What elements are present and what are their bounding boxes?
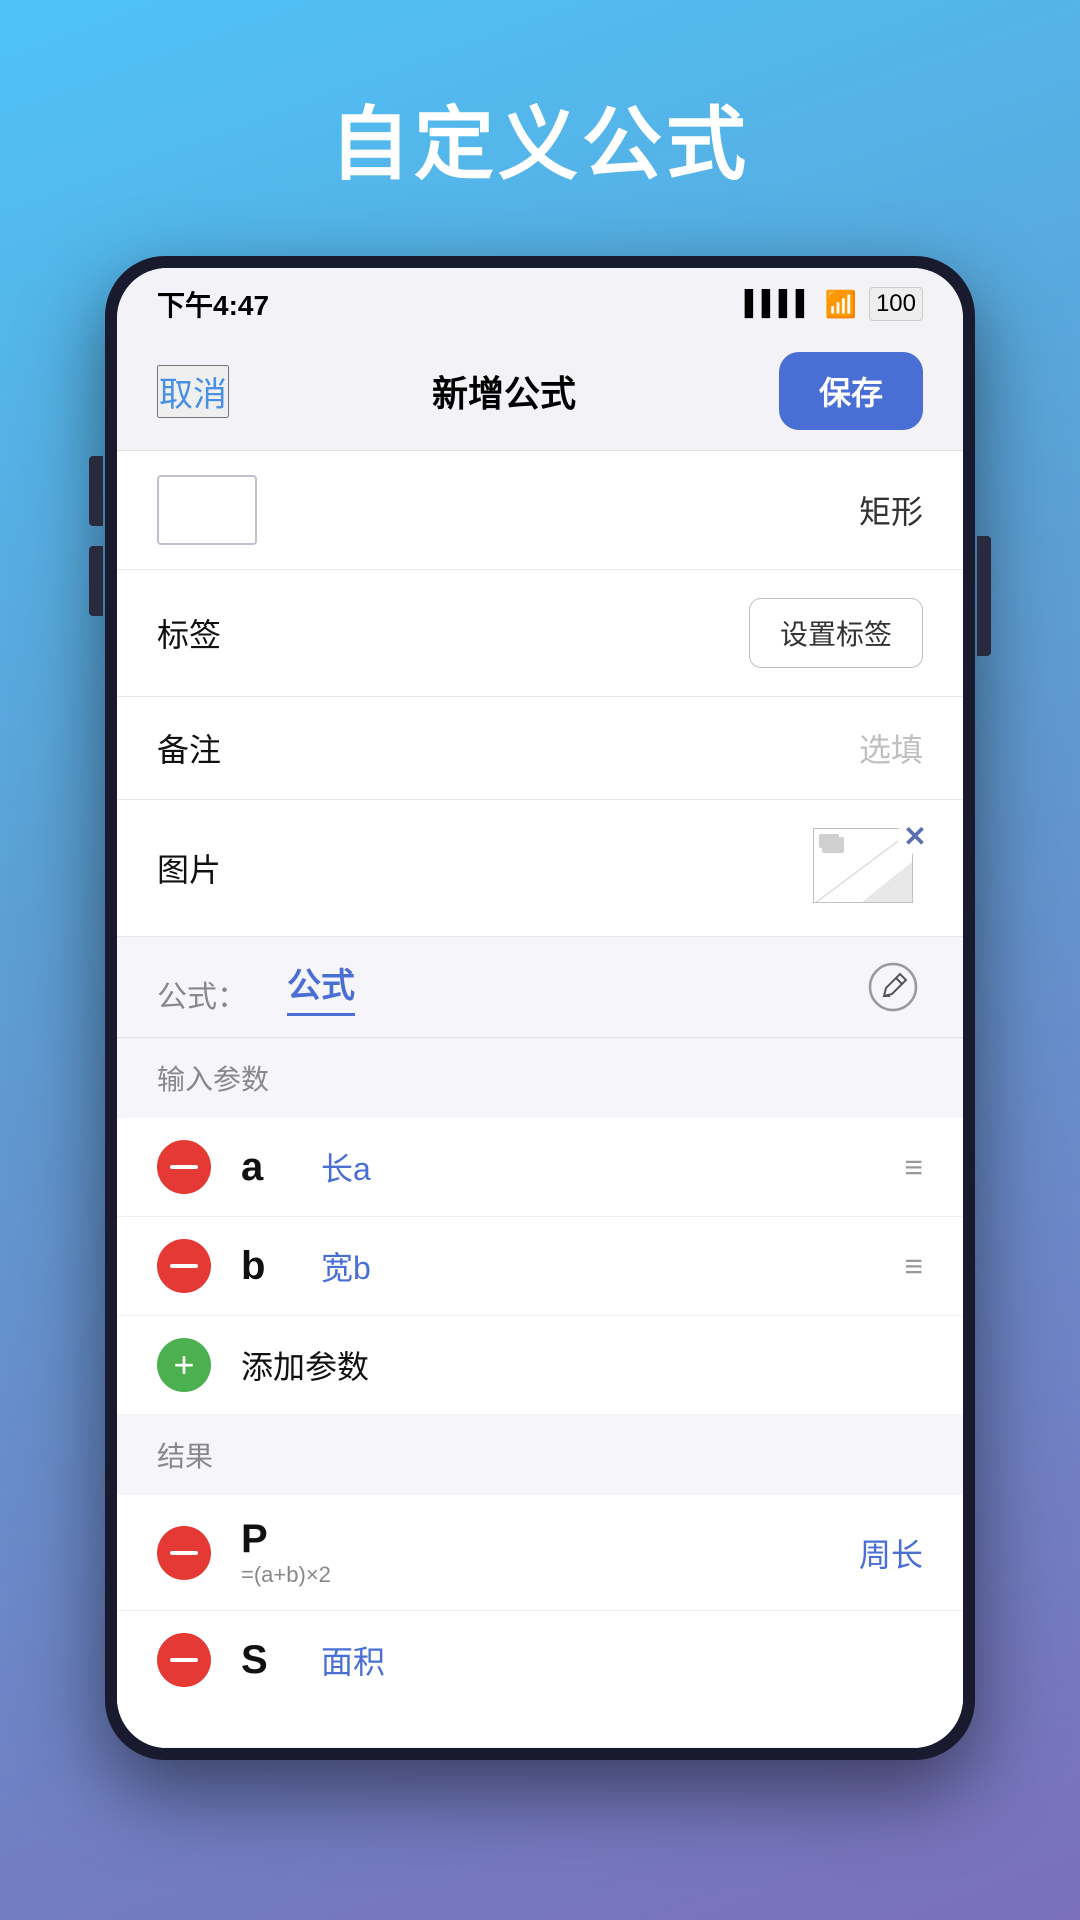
edit-formula-button[interactable] [863, 957, 923, 1017]
note-placeholder[interactable]: 选填 [859, 725, 923, 771]
phone-screen: 下午4:47 ▌▌▌▌ 📶 100 取消 新增公式 保存 矩形 标签 设置标签 … [117, 268, 963, 1748]
tag-label: 标签 [157, 610, 221, 656]
page-background-title-area: 自定义公式 [0, 0, 1080, 256]
note-row: 备注 选填 [117, 697, 963, 800]
nav-bar: 取消 新增公式 保存 [117, 332, 963, 451]
status-time: 下午4:47 [157, 284, 269, 324]
left-side-buttons [89, 456, 103, 616]
result-p-formula: =(a+b)×2 [241, 1562, 829, 1588]
result-s-name[interactable]: 面积 [321, 1637, 385, 1683]
remove-result-s-button[interactable] [157, 1633, 211, 1687]
remove-param-a-button[interactable] [157, 1140, 211, 1194]
result-s-letter: S [241, 1638, 291, 1683]
remove-param-b-button[interactable] [157, 1239, 211, 1293]
formula-tab-row: 公式： 公式 [117, 937, 963, 1038]
param-a-name[interactable]: 长a [321, 1144, 874, 1190]
note-label: 备注 [157, 725, 221, 771]
result-p-letter: P [241, 1517, 291, 1562]
page-background-title: 自定义公式 [0, 80, 1080, 196]
image-label: 图片 [157, 845, 221, 891]
param-b-drag-handle[interactable]: ≡ [904, 1248, 923, 1285]
shape-preview [157, 475, 257, 545]
phone-frame: 下午4:47 ▌▌▌▌ 📶 100 取消 新增公式 保存 矩形 标签 设置标签 … [105, 256, 975, 1760]
param-row-a: a 长a ≡ [117, 1118, 963, 1217]
image-close-button[interactable]: ✕ [897, 818, 933, 854]
param-a-letter: a [241, 1145, 291, 1190]
nav-title: 新增公式 [432, 365, 576, 417]
remove-result-p-button[interactable] [157, 1526, 211, 1580]
right-side-buttons [977, 536, 991, 676]
image-preview-container[interactable]: ✕ [813, 828, 923, 908]
input-params-header: 输入参数 [117, 1038, 963, 1118]
signal-icon: ▌▌▌▌ [745, 290, 813, 318]
volume-down-btn [89, 546, 103, 616]
add-param-row[interactable]: 添加参数 [117, 1316, 963, 1415]
result-row-s: S 面积 [117, 1611, 963, 1748]
cancel-button[interactable]: 取消 [157, 365, 229, 418]
formula-tab-active[interactable]: 公式 [287, 958, 355, 1016]
formula-prefix: 公式： [157, 972, 247, 1016]
volume-up-btn [89, 456, 103, 526]
formula-section: 公式： 公式 输入参数 a [117, 937, 963, 1748]
add-param-label: 添加参数 [241, 1342, 369, 1388]
result-p-content: P =(a+b)×2 [241, 1517, 829, 1588]
result-header: 结果 [117, 1415, 963, 1495]
param-b-letter: b [241, 1244, 291, 1289]
formula-tabs: 公式： 公式 [157, 958, 355, 1016]
battery-icon: 100 [869, 287, 923, 321]
param-b-name[interactable]: 宽b [321, 1243, 874, 1289]
power-btn [977, 536, 991, 656]
param-row-b: b 宽b ≡ [117, 1217, 963, 1316]
result-p-name[interactable]: 周长 [859, 1530, 923, 1576]
shape-label: 矩形 [859, 487, 923, 533]
wifi-icon: 📶 [825, 289, 857, 320]
set-tag-button[interactable]: 设置标签 [749, 598, 923, 668]
status-bar: 下午4:47 ▌▌▌▌ 📶 100 [117, 268, 963, 332]
tag-row: 标签 设置标签 [117, 570, 963, 697]
param-a-drag-handle[interactable]: ≡ [904, 1149, 923, 1186]
status-icons: ▌▌▌▌ 📶 100 [745, 287, 923, 321]
add-param-button[interactable] [157, 1338, 211, 1392]
image-row: 图片 ✕ [117, 800, 963, 937]
edit-icon [868, 962, 918, 1012]
result-row-p: P =(a+b)×2 周长 [117, 1495, 963, 1611]
shape-row[interactable]: 矩形 [117, 451, 963, 570]
save-button[interactable]: 保存 [779, 352, 923, 430]
